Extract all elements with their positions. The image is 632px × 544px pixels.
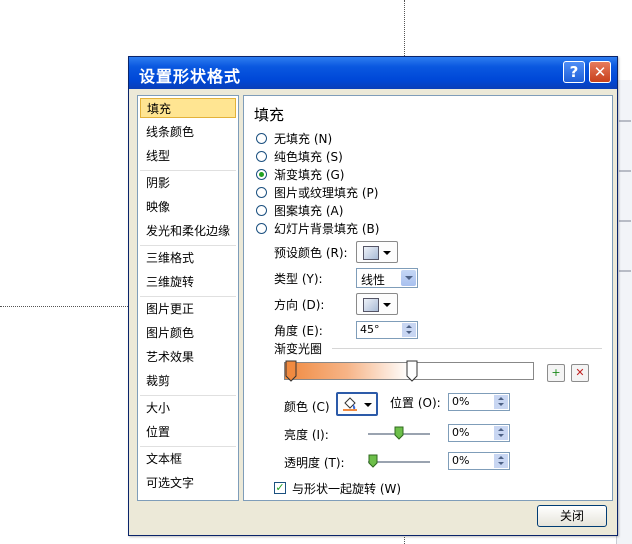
nav-item-artistic-effects[interactable]: 艺术效果	[140, 347, 236, 367]
radio-solid-fill[interactable]	[256, 151, 267, 162]
radio-gradient-fill[interactable]	[256, 169, 267, 180]
close-icon[interactable]: ✕	[589, 61, 611, 83]
nav-separator	[140, 296, 236, 297]
spin-up-icon[interactable]	[494, 426, 508, 433]
brightness-label: 亮度 (I):	[284, 428, 329, 442]
remove-stop-button[interactable]: ✕	[571, 364, 589, 382]
nav-separator	[140, 395, 236, 396]
nav-item-glow-soft-edges[interactable]: 发光和柔化边缘	[140, 221, 236, 241]
gradient-stop-1[interactable]	[285, 360, 297, 382]
paint-bucket-icon	[343, 397, 357, 411]
nav-item-shadow[interactable]: 阴影	[140, 173, 236, 193]
type-select[interactable]: 线性	[356, 268, 418, 288]
radio-no-fill-label[interactable]: 无填充 (N)	[274, 130, 332, 147]
angle-spinner[interactable]: 45°	[356, 321, 418, 339]
transparency-label: 透明度 (T):	[284, 456, 345, 470]
nav-separator	[140, 446, 236, 447]
radio-gradient-fill-label[interactable]: 渐变填充 (G)	[274, 166, 344, 183]
format-shape-dialog: 设置形状格式 ? ✕ 填充 线条颜色 线型 阴影 映像 发光和柔化边缘 三维格式…	[128, 56, 618, 536]
nav-item-reflection[interactable]: 映像	[140, 197, 236, 217]
radio-background-fill-label[interactable]: 幻灯片背景填充 (B)	[274, 220, 379, 237]
type-value: 线性	[361, 273, 386, 287]
brightness-value: 0%	[452, 426, 470, 439]
nav-item-line-style[interactable]: 线型	[140, 146, 236, 166]
gradient-swatch-icon	[363, 246, 379, 260]
spin-up-icon[interactable]	[402, 323, 416, 330]
rotate-with-shape-checkbox[interactable]: ✓	[274, 482, 286, 494]
nav-separator	[140, 245, 236, 246]
background-line	[619, 220, 631, 222]
gradient-stops-label: 渐变光圈	[274, 342, 323, 356]
transparency-spinner[interactable]: 0%	[448, 452, 510, 470]
angle-value: 45°	[360, 323, 380, 336]
nav-item-picture-color[interactable]: 图片颜色	[140, 323, 236, 343]
chevron-down-icon	[383, 303, 391, 307]
direction-dropdown[interactable]	[356, 293, 398, 315]
radio-no-fill[interactable]	[256, 133, 267, 144]
gradient-swatch-icon	[363, 298, 379, 312]
spin-down-icon[interactable]	[494, 433, 508, 440]
transparency-slider-thumb[interactable]	[368, 454, 378, 468]
position-spinner[interactable]: 0%	[448, 393, 510, 411]
spin-down-icon[interactable]	[494, 461, 508, 468]
background-line	[619, 270, 631, 272]
close-button[interactable]: 关闭	[537, 505, 607, 527]
spin-up-icon[interactable]	[494, 395, 508, 402]
nav-item-picture-corrections[interactable]: 图片更正	[140, 299, 236, 319]
spin-down-icon[interactable]	[494, 402, 508, 409]
nav-separator	[140, 170, 236, 171]
background-panel	[616, 80, 632, 544]
brightness-spinner[interactable]: 0%	[448, 424, 510, 442]
radio-pattern-fill-label[interactable]: 图案填充 (A)	[274, 202, 343, 219]
radio-pattern-fill[interactable]	[256, 205, 267, 216]
panel-heading: 填充	[254, 106, 285, 124]
nav-item-size[interactable]: 大小	[140, 398, 236, 418]
fill-panel: 填充 无填充 (N) 纯色填充 (S) 渐变填充 (G) 图片或纹理填充 (P)…	[243, 95, 613, 501]
radio-picture-fill-label[interactable]: 图片或纹理填充 (P)	[274, 184, 378, 201]
guide-horizontal	[0, 306, 128, 307]
section-divider	[332, 348, 602, 349]
nav-item-3d-rotation[interactable]: 三维旋转	[140, 272, 236, 292]
nav-item-fill[interactable]: 填充	[140, 98, 236, 118]
help-button[interactable]: ?	[563, 61, 585, 83]
background-line	[619, 170, 631, 172]
category-list: 填充 线条颜色 线型 阴影 映像 发光和柔化边缘 三维格式 三维旋转 图片更正 …	[137, 95, 239, 501]
position-label: 位置 (O):	[390, 396, 441, 410]
spin-up-icon[interactable]	[494, 454, 508, 461]
nav-item-position[interactable]: 位置	[140, 422, 236, 442]
dialog-title: 设置形状格式	[139, 67, 242, 86]
gradient-stop-2[interactable]	[406, 360, 418, 382]
preset-colors-label: 预设颜色 (R):	[274, 246, 348, 260]
angle-label: 角度 (E):	[274, 324, 323, 338]
color-picker-button[interactable]	[336, 392, 378, 416]
nav-item-text-box[interactable]: 文本框	[140, 449, 236, 469]
brightness-slider-thumb[interactable]	[394, 426, 404, 440]
title-bar[interactable]: 设置形状格式 ? ✕	[129, 57, 617, 89]
radio-solid-fill-label[interactable]: 纯色填充 (S)	[274, 148, 343, 165]
nav-item-3d-format[interactable]: 三维格式	[140, 248, 236, 268]
chevron-down-icon	[401, 270, 416, 286]
chevron-down-icon	[383, 251, 391, 255]
background-line	[619, 120, 631, 122]
add-stop-button[interactable]: +	[547, 364, 565, 382]
transparency-value: 0%	[452, 454, 470, 467]
nav-item-crop[interactable]: 裁剪	[140, 371, 236, 391]
color-label: 颜色 (C)	[284, 400, 330, 414]
radio-picture-fill[interactable]	[256, 187, 267, 198]
radio-background-fill[interactable]	[256, 223, 267, 234]
nav-item-line-color[interactable]: 线条颜色	[140, 122, 236, 142]
chevron-down-icon	[364, 403, 372, 407]
nav-item-alt-text[interactable]: 可选文字	[140, 473, 236, 493]
direction-label: 方向 (D):	[274, 298, 325, 312]
type-label: 类型 (Y):	[274, 272, 323, 286]
rotate-with-shape-label[interactable]: 与形状一起旋转 (W)	[292, 480, 401, 497]
spin-down-icon[interactable]	[402, 330, 416, 337]
preset-colors-dropdown[interactable]	[356, 241, 398, 263]
position-value: 0%	[452, 395, 470, 408]
